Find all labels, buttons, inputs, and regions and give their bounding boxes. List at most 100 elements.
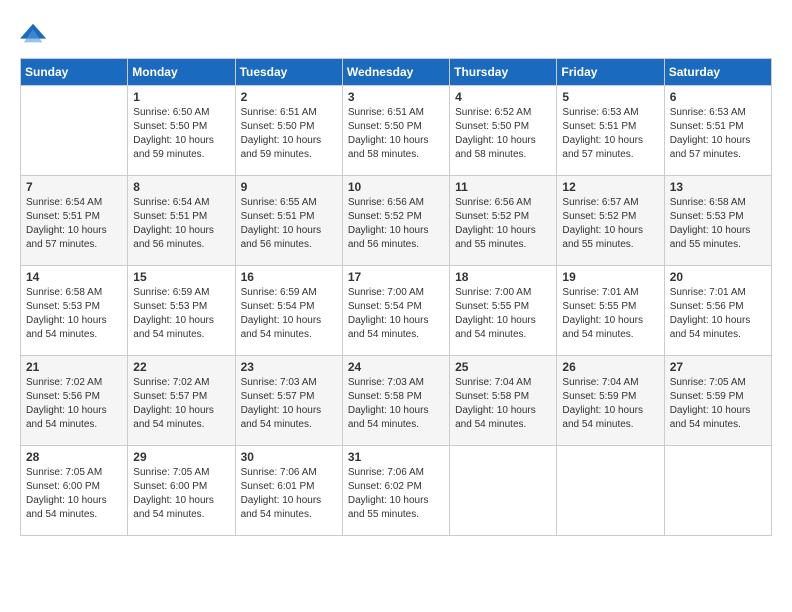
calendar-cell: 13 Sunrise: 6:58 AMSunset: 5:53 PMDayligh… [664, 176, 771, 266]
calendar-week-row: 1 Sunrise: 6:50 AMSunset: 5:50 PMDaylight… [21, 86, 772, 176]
day-info: Sunrise: 6:59 AMSunset: 5:54 PMDaylight:… [241, 286, 337, 342]
calendar-cell: 20 Sunrise: 7:01 AMSunset: 5:56 PMDayligh… [664, 266, 771, 356]
calendar-cell: 22 Sunrise: 7:02 AMSunset: 5:57 PMDayligh… [128, 356, 235, 446]
calendar-cell: 23 Sunrise: 7:03 AMSunset: 5:57 PMDayligh… [235, 356, 342, 446]
day-info: Sunrise: 6:59 AMSunset: 5:53 PMDaylight:… [133, 286, 229, 342]
calendar-cell: 16 Sunrise: 6:59 AMSunset: 5:54 PMDayligh… [235, 266, 342, 356]
day-number: 25 [455, 360, 551, 374]
weekday-header: Thursday [450, 59, 557, 86]
day-info: Sunrise: 6:56 AMSunset: 5:52 PMDaylight:… [455, 196, 551, 252]
calendar-cell: 10 Sunrise: 6:56 AMSunset: 5:52 PMDayligh… [342, 176, 449, 266]
day-number: 20 [670, 270, 766, 284]
calendar-week-row: 21 Sunrise: 7:02 AMSunset: 5:56 PMDayligh… [21, 356, 772, 446]
calendar-cell: 3 Sunrise: 6:51 AMSunset: 5:50 PMDaylight… [342, 86, 449, 176]
day-info: Sunrise: 7:04 AMSunset: 5:59 PMDaylight:… [562, 376, 658, 432]
calendar-week-row: 7 Sunrise: 6:54 AMSunset: 5:51 PMDaylight… [21, 176, 772, 266]
logo [20, 20, 52, 48]
calendar-cell: 21 Sunrise: 7:02 AMSunset: 5:56 PMDayligh… [21, 356, 128, 446]
weekday-header: Monday [128, 59, 235, 86]
day-number: 17 [348, 270, 444, 284]
calendar-cell: 8 Sunrise: 6:54 AMSunset: 5:51 PMDaylight… [128, 176, 235, 266]
day-info: Sunrise: 7:03 AMSunset: 5:58 PMDaylight:… [348, 376, 444, 432]
day-number: 24 [348, 360, 444, 374]
day-number: 13 [670, 180, 766, 194]
calendar-cell: 28 Sunrise: 7:05 AMSunset: 6:00 PMDayligh… [21, 446, 128, 536]
day-info: Sunrise: 7:03 AMSunset: 5:57 PMDaylight:… [241, 376, 337, 432]
day-info: Sunrise: 7:05 AMSunset: 5:59 PMDaylight:… [670, 376, 766, 432]
calendar-cell: 17 Sunrise: 7:00 AMSunset: 5:54 PMDayligh… [342, 266, 449, 356]
day-info: Sunrise: 7:02 AMSunset: 5:57 PMDaylight:… [133, 376, 229, 432]
day-number: 16 [241, 270, 337, 284]
weekday-header: Wednesday [342, 59, 449, 86]
day-number: 10 [348, 180, 444, 194]
day-info: Sunrise: 6:53 AMSunset: 5:51 PMDaylight:… [562, 106, 658, 162]
day-number: 19 [562, 270, 658, 284]
day-info: Sunrise: 7:06 AMSunset: 6:02 PMDaylight:… [348, 466, 444, 522]
weekday-header: Saturday [664, 59, 771, 86]
day-number: 6 [670, 90, 766, 104]
logo-icon [20, 20, 48, 48]
day-info: Sunrise: 6:53 AMSunset: 5:51 PMDaylight:… [670, 106, 766, 162]
day-info: Sunrise: 6:57 AMSunset: 5:52 PMDaylight:… [562, 196, 658, 252]
day-info: Sunrise: 6:54 AMSunset: 5:51 PMDaylight:… [26, 196, 122, 252]
calendar-cell [557, 446, 664, 536]
day-number: 8 [133, 180, 229, 194]
calendar-cell: 31Sunrise: 7:06 AMSunset: 6:02 PMDayligh… [342, 446, 449, 536]
day-info: Sunrise: 7:01 AMSunset: 5:55 PMDaylight:… [562, 286, 658, 342]
day-number: 27 [670, 360, 766, 374]
calendar-cell: 4 Sunrise: 6:52 AMSunset: 5:50 PMDaylight… [450, 86, 557, 176]
calendar-cell [664, 446, 771, 536]
day-info: Sunrise: 7:05 AMSunset: 6:00 PMDaylight:… [26, 466, 122, 522]
calendar-cell [450, 446, 557, 536]
day-number: 23 [241, 360, 337, 374]
day-info: Sunrise: 6:50 AMSunset: 5:50 PMDaylight:… [133, 106, 229, 162]
calendar-table: SundayMondayTuesdayWednesdayThursdayFrid… [20, 58, 772, 536]
day-info: Sunrise: 6:52 AMSunset: 5:50 PMDaylight:… [455, 106, 551, 162]
calendar-cell: 5 Sunrise: 6:53 AMSunset: 5:51 PMDaylight… [557, 86, 664, 176]
day-number: 7 [26, 180, 122, 194]
calendar-body: 1 Sunrise: 6:50 AMSunset: 5:50 PMDaylight… [21, 86, 772, 536]
calendar-cell: 19 Sunrise: 7:01 AMSunset: 5:55 PMDayligh… [557, 266, 664, 356]
calendar-cell: 2Sunrise: 6:51 AMSunset: 5:50 PMDaylight… [235, 86, 342, 176]
calendar-header: SundayMondayTuesdayWednesdayThursdayFrid… [21, 59, 772, 86]
calendar-week-row: 14Sunrise: 6:58 AMSunset: 5:53 PMDayligh… [21, 266, 772, 356]
day-info: Sunrise: 6:56 AMSunset: 5:52 PMDaylight:… [348, 196, 444, 252]
day-number: 22 [133, 360, 229, 374]
day-number: 1 [133, 90, 229, 104]
day-number: 5 [562, 90, 658, 104]
day-number: 28 [26, 450, 122, 464]
day-number: 18 [455, 270, 551, 284]
day-info: Sunrise: 6:54 AMSunset: 5:51 PMDaylight:… [133, 196, 229, 252]
day-info: Sunrise: 6:51 AMSunset: 5:50 PMDaylight:… [348, 106, 444, 162]
day-number: 21 [26, 360, 122, 374]
calendar-cell: 26 Sunrise: 7:04 AMSunset: 5:59 PMDayligh… [557, 356, 664, 446]
day-number: 26 [562, 360, 658, 374]
day-info: Sunrise: 6:58 AMSunset: 5:53 PMDaylight:… [670, 196, 766, 252]
calendar-cell: 15 Sunrise: 6:59 AMSunset: 5:53 PMDayligh… [128, 266, 235, 356]
calendar-cell: 30Sunrise: 7:06 AMSunset: 6:01 PMDayligh… [235, 446, 342, 536]
day-number: 29 [133, 450, 229, 464]
calendar-cell: 1 Sunrise: 6:50 AMSunset: 5:50 PMDaylight… [128, 86, 235, 176]
day-number: 9 [241, 180, 337, 194]
day-number: 30 [241, 450, 337, 464]
day-info: Sunrise: 7:00 AMSunset: 5:54 PMDaylight:… [348, 286, 444, 342]
calendar-cell: 25 Sunrise: 7:04 AMSunset: 5:58 PMDayligh… [450, 356, 557, 446]
day-info: Sunrise: 7:01 AMSunset: 5:56 PMDaylight:… [670, 286, 766, 342]
day-info: Sunrise: 7:04 AMSunset: 5:58 PMDaylight:… [455, 376, 551, 432]
calendar-week-row: 28 Sunrise: 7:05 AMSunset: 6:00 PMDayligh… [21, 446, 772, 536]
day-number: 15 [133, 270, 229, 284]
day-number: 3 [348, 90, 444, 104]
day-info: Sunrise: 6:51 AMSunset: 5:50 PMDaylight:… [241, 106, 337, 162]
calendar-cell: 29Sunrise: 7:05 AMSunset: 6:00 PMDayligh… [128, 446, 235, 536]
day-info: Sunrise: 7:02 AMSunset: 5:56 PMDaylight:… [26, 376, 122, 432]
day-number: 11 [455, 180, 551, 194]
day-info: Sunrise: 7:00 AMSunset: 5:55 PMDaylight:… [455, 286, 551, 342]
calendar-cell [21, 86, 128, 176]
page-header [20, 20, 772, 48]
weekday-row: SundayMondayTuesdayWednesdayThursdayFrid… [21, 59, 772, 86]
day-number: 12 [562, 180, 658, 194]
weekday-header: Tuesday [235, 59, 342, 86]
day-info: Sunrise: 6:55 AMSunset: 5:51 PMDaylight:… [241, 196, 337, 252]
day-number: 4 [455, 90, 551, 104]
calendar-cell: 27 Sunrise: 7:05 AMSunset: 5:59 PMDayligh… [664, 356, 771, 446]
